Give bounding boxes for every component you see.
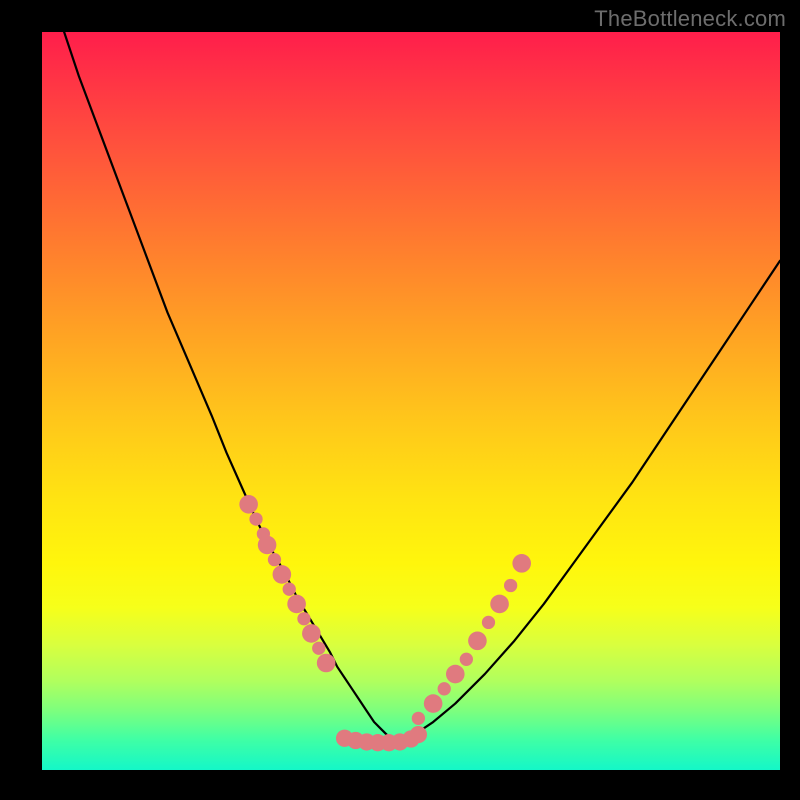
- data-point: [258, 536, 277, 555]
- data-point: [412, 712, 425, 725]
- data-point: [287, 595, 306, 614]
- data-point: [438, 682, 451, 695]
- data-point: [512, 554, 531, 573]
- data-point: [446, 665, 465, 684]
- data-markers: [239, 495, 531, 751]
- data-point: [283, 583, 296, 596]
- data-point: [249, 512, 262, 525]
- data-point: [424, 694, 443, 713]
- watermark-text: TheBottleneck.com: [594, 6, 786, 32]
- data-point: [273, 565, 292, 584]
- bottleneck-curve: [64, 32, 780, 740]
- data-point: [410, 726, 427, 743]
- data-point: [312, 642, 325, 655]
- chart-frame: TheBottleneck.com: [0, 0, 800, 800]
- data-point: [297, 612, 310, 625]
- data-point: [317, 654, 336, 673]
- data-point: [268, 553, 281, 566]
- data-point: [460, 653, 473, 666]
- data-point: [482, 616, 495, 629]
- data-point: [490, 595, 509, 614]
- data-point: [504, 579, 517, 592]
- data-point: [468, 632, 487, 651]
- plot-area: [42, 32, 780, 770]
- chart-svg: [42, 32, 780, 770]
- data-point: [302, 624, 321, 643]
- data-point: [239, 495, 258, 514]
